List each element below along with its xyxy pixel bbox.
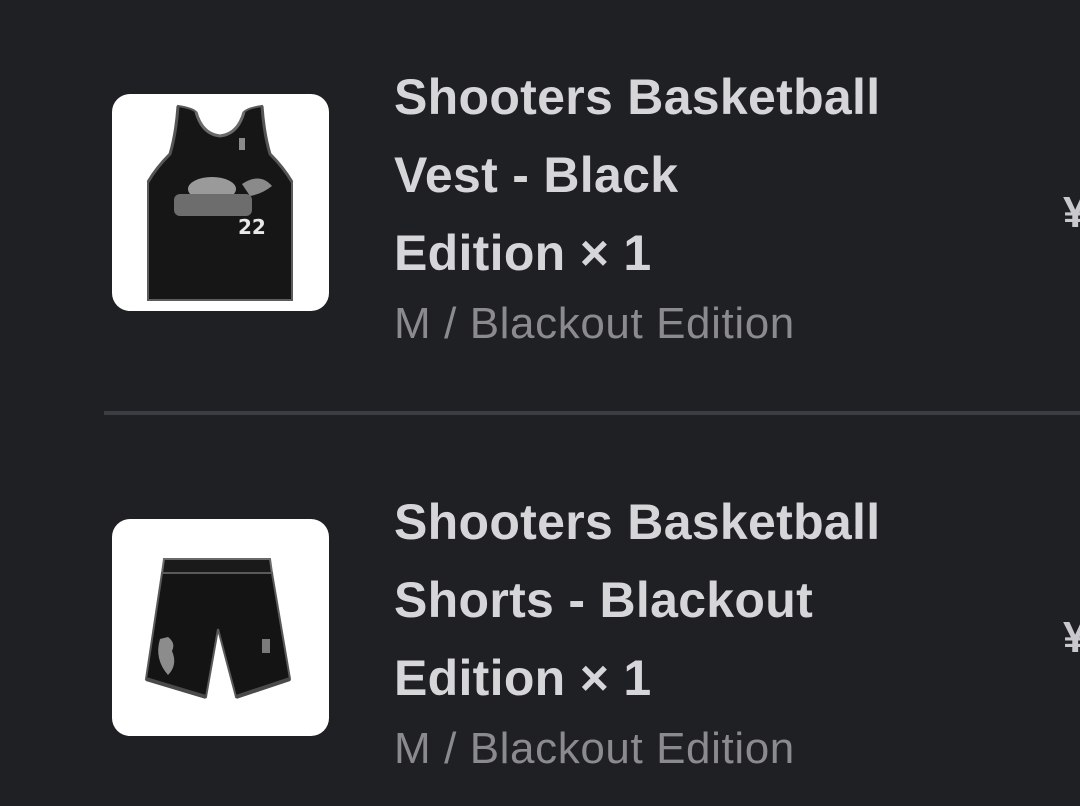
item-price: ¥ bbox=[1063, 188, 1080, 237]
jersey-number: 22 bbox=[238, 215, 266, 239]
item-title-line-2[interactable]: Shorts - Blackout bbox=[394, 561, 994, 639]
product-thumbnail[interactable]: 22 bbox=[112, 94, 329, 311]
basketball-vest-image: 22 bbox=[146, 104, 294, 301]
basketball-shorts-image bbox=[144, 558, 292, 699]
item-details: Shooters Basketball Vest - Black Edition… bbox=[394, 58, 994, 353]
item-details: Shooters Basketball Shorts - Blackout Ed… bbox=[394, 483, 994, 778]
item-title-line-1[interactable]: Shooters Basketball bbox=[394, 483, 994, 561]
item-title-line-1[interactable]: Shooters Basketball bbox=[394, 58, 994, 136]
item-price: ¥ bbox=[1063, 613, 1080, 662]
item-title-line-3[interactable]: Edition × 1 bbox=[394, 639, 994, 717]
item-variant: M / Blackout Edition bbox=[394, 299, 795, 348]
product-thumbnail[interactable] bbox=[112, 519, 329, 736]
item-divider bbox=[104, 411, 1080, 415]
item-title-line-2[interactable]: Vest - Black bbox=[394, 136, 994, 214]
item-title-line-3[interactable]: Edition × 1 bbox=[394, 214, 994, 292]
item-variant: M / Blackout Edition bbox=[394, 724, 795, 773]
